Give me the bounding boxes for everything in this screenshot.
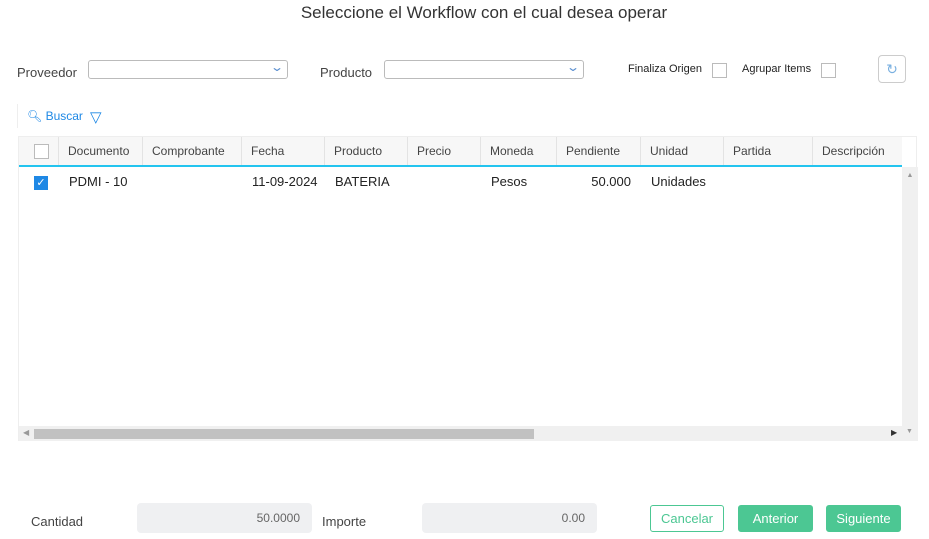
horizontal-scrollbar[interactable]: ◀ ▶ ▼ [19, 426, 918, 441]
importe-field: 0.00 [422, 503, 597, 533]
row-checkbox[interactable]: ✓ [34, 176, 48, 190]
producto-select[interactable]: ⌄ [384, 60, 584, 79]
col-pendiente[interactable]: Pendiente [557, 137, 641, 165]
data-grid: Documento Comprobante Fecha Producto Pre… [18, 136, 918, 441]
cell-producto: BATERIA [335, 174, 390, 189]
finaliza-origen-label: Finaliza Origen [628, 63, 702, 75]
next-button[interactable]: Siguiente [826, 505, 901, 532]
col-partida[interactable]: Partida [724, 137, 813, 165]
col-comprobante[interactable]: Comprobante [143, 137, 242, 165]
col-documento[interactable]: Documento [59, 137, 143, 165]
producto-label: Producto [320, 65, 373, 80]
filter-icon[interactable]: ▽ [90, 108, 102, 126]
chevron-down-icon: ⌄ [269, 60, 285, 74]
buscar-label: Buscar [45, 109, 83, 123]
select-all-cell [19, 137, 59, 165]
cantidad-label: Cantidad [31, 514, 84, 529]
buscar-button[interactable]: 🔍︎ Buscar [27, 109, 83, 123]
importe-label: Importe [322, 514, 367, 529]
scroll-up-icon[interactable]: ▲ [902, 172, 918, 179]
proveedor-select[interactable]: ⌄ [88, 60, 288, 79]
page-title: Seleccione el Workflow con el cual desea… [300, 3, 668, 22]
col-unidad[interactable]: Unidad [641, 137, 724, 165]
search-icon: 🔍︎ [27, 109, 43, 123]
cell-documento: PDMI - 10 [69, 174, 128, 189]
col-descripcion[interactable]: Descripción [813, 137, 902, 165]
previous-button[interactable]: Anterior [738, 505, 813, 532]
refresh-icon: ↻ [886, 61, 898, 77]
cell-pendiente: 50.000 [591, 174, 631, 189]
col-moneda[interactable]: Moneda [481, 137, 557, 165]
grid-header: Documento Comprobante Fecha Producto Pre… [19, 137, 902, 167]
refresh-button[interactable]: ↻ [878, 55, 906, 83]
chevron-down-icon: ⌄ [565, 60, 581, 74]
col-precio[interactable]: Precio [408, 137, 481, 165]
cell-moneda: Pesos [491, 174, 528, 189]
agrupar-items-checkbox[interactable] [821, 63, 836, 78]
col-fecha[interactable]: Fecha [242, 137, 325, 165]
cancel-button[interactable]: Cancelar [650, 505, 724, 532]
proveedor-label: Proveedor [17, 65, 77, 80]
toolbar-divider [17, 104, 18, 128]
scrollbar-thumb[interactable] [34, 429, 534, 439]
scroll-right-icon[interactable]: ▶ [891, 428, 897, 437]
finaliza-origen-checkbox[interactable] [712, 63, 727, 78]
cantidad-field: 50.0000 [137, 503, 312, 533]
select-all-checkbox[interactable] [34, 144, 49, 159]
scroll-left-icon[interactable]: ◀ [23, 428, 29, 437]
cell-unidad: Unidades [651, 174, 706, 189]
scroll-down-icon[interactable]: ▼ [906, 428, 913, 435]
cell-fecha: 11-09-2024 [252, 174, 318, 189]
vertical-scrollbar[interactable]: ▲ [902, 167, 918, 426]
col-producto[interactable]: Producto [325, 137, 408, 165]
agrupar-items-label: Agrupar Items [742, 63, 812, 75]
